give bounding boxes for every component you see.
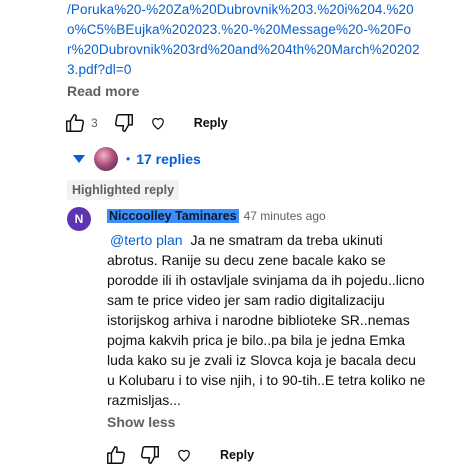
avatar[interactable]: N <box>67 207 91 231</box>
read-more-button[interactable]: Read more <box>67 83 139 99</box>
author-row: Niccoolley Taminares 47 minutes ago <box>107 207 326 225</box>
highlighted-reply-badge: Highlighted reply <box>67 180 180 200</box>
heart-icon[interactable] <box>172 443 196 467</box>
reply-button[interactable]: Reply <box>220 448 254 462</box>
heart-icon[interactable] <box>146 111 170 135</box>
separator-dot: • <box>126 152 131 166</box>
mention-link[interactable]: @terto plan <box>110 232 183 248</box>
reply-actions: Reply <box>104 443 254 467</box>
comment-link[interactable]: /Poruka%20-%20Za%20Dubrovnik%203.%20i%20… <box>67 0 427 80</box>
reply-button[interactable]: Reply <box>194 116 228 130</box>
reply-body-text: Ja ne smatram da treba ukinuti abrotus. … <box>107 232 426 408</box>
reply-text: @terto plan Ja ne smatram da treba ukinu… <box>107 230 427 410</box>
reply-avatar <box>94 147 118 171</box>
thumbs-down-icon[interactable] <box>138 443 162 467</box>
thumbs-down-icon[interactable] <box>112 111 136 135</box>
like-count: 3 <box>91 116 98 130</box>
replies-count[interactable]: 17 replies <box>136 151 201 167</box>
thumbs-up-icon[interactable] <box>104 443 128 467</box>
show-less-button[interactable]: Show less <box>107 414 175 430</box>
timestamp[interactable]: 47 minutes ago <box>244 209 326 223</box>
replies-toggle[interactable]: • 17 replies <box>72 144 201 174</box>
author-name[interactable]: Niccoolley Taminares <box>107 209 239 223</box>
comment-actions: 3 Reply <box>63 111 228 135</box>
thumbs-up-icon[interactable] <box>63 111 87 135</box>
caret-down-icon[interactable] <box>72 152 86 166</box>
